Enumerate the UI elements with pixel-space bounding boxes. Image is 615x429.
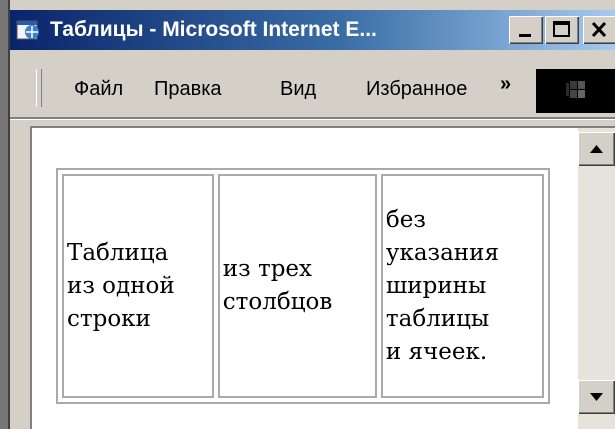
menu-file[interactable]: Файл — [74, 75, 123, 103]
menu-bar: Файл Правка Вид Избранное » — [10, 55, 615, 115]
cell-text-line: без — [385, 206, 426, 233]
close-button[interactable] — [583, 16, 615, 44]
cell-text-line: из одной — [67, 272, 175, 299]
menu-favorites[interactable]: Избранное — [366, 75, 467, 103]
table-cell: из трех столбцов — [217, 174, 377, 398]
window-title: Таблицы - Microsoft Internet E... — [50, 18, 377, 41]
table-cell: Таблица из одной строки — [62, 174, 214, 398]
scroll-down-button[interactable] — [578, 380, 615, 414]
menu-view[interactable]: Вид — [280, 75, 316, 103]
cell-text-line: таблицы — [385, 305, 490, 332]
menu-overflow-chevron[interactable]: » — [500, 73, 511, 96]
windows-logo-throbber — [536, 69, 615, 113]
content-table: Таблица из одной строки из трех столбцов… — [56, 168, 550, 404]
cell-text-line: указания — [385, 239, 499, 266]
cell-text-line: из трех — [222, 256, 313, 282]
browser-window: Таблицы - Microsoft Internet E... Файл П… — [0, 0, 615, 429]
scroll-up-button[interactable] — [578, 132, 615, 166]
menu-bar-grip[interactable] — [36, 69, 42, 107]
title-bar[interactable]: Таблицы - Microsoft Internet E... — [10, 10, 615, 50]
cell-text-line: столбцов — [222, 289, 333, 315]
cell-text-line: Таблица — [67, 239, 169, 266]
table-cell: без указания ширины таблицы и ячеек. — [380, 174, 544, 398]
vertical-scrollbar[interactable] — [578, 128, 615, 429]
cell-text-line: строки — [67, 305, 151, 332]
cell-text-line: ширины — [385, 272, 487, 299]
menu-edit[interactable]: Правка — [154, 75, 222, 103]
internet-explorer-icon — [14, 16, 42, 44]
maximize-button[interactable] — [545, 16, 579, 44]
toolbar-separator — [10, 117, 615, 120]
minimize-button[interactable] — [509, 16, 543, 44]
table-row: Таблица из одной строки из трех столбцов… — [62, 174, 544, 398]
cell-text-line: и ячеек. — [385, 338, 488, 365]
